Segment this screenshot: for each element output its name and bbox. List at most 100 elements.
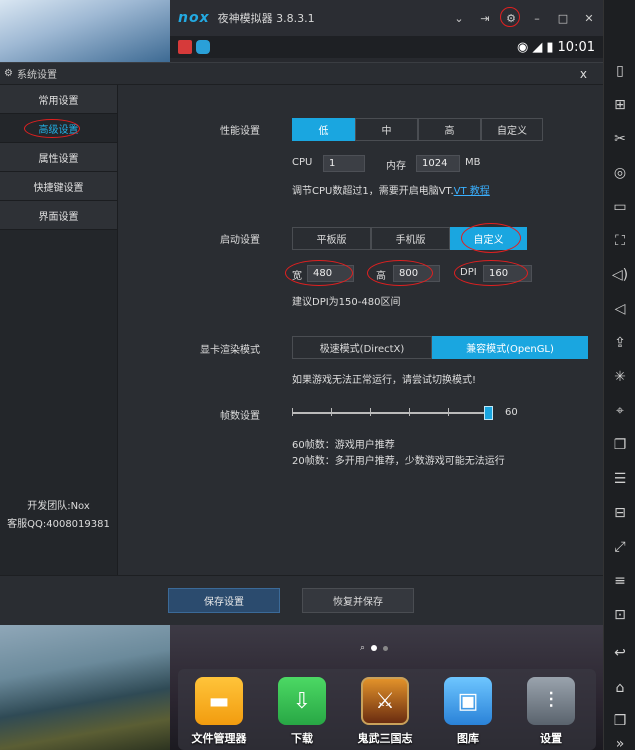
recent-apps-icon[interactable]: ❒	[604, 710, 635, 732]
close-icon[interactable]: ✕	[581, 10, 597, 26]
render-label: 显卡渲染模式	[200, 345, 260, 356]
render-option-directx[interactable]: 极速模式(DirectX)	[292, 336, 432, 359]
expand-icon[interactable]: »	[604, 733, 635, 750]
memory-unit: MB	[465, 157, 481, 168]
fps-tick	[292, 408, 293, 416]
nav-item-advanced[interactable]: 高级设置	[0, 114, 117, 143]
notification-browser-icon	[196, 40, 210, 54]
settings-sliders-icon: ⫶	[527, 677, 575, 725]
app-settings[interactable]: ⫶ 设置	[516, 677, 586, 746]
cpu-label: CPU	[292, 157, 313, 168]
page-dot[interactable]	[383, 645, 389, 651]
volume-down-icon[interactable]: ◁	[604, 298, 635, 320]
fps-slider-handle[interactable]	[484, 406, 493, 420]
home-icon[interactable]: ⌂	[604, 677, 635, 699]
perf-option-medium[interactable]: 中	[355, 118, 418, 141]
emulator-toolbar: ▯ ⊞ ✂ ◎ ▭ ⛶ ◁) ◁ ⇪ ✳ ⌖ ❐ ☰ ⊟ ⤢ ≡ ⊡ ↩ ⌂ ❒…	[603, 0, 635, 750]
location-icon[interactable]: ◎	[604, 162, 635, 184]
more-icon[interactable]: ⊡	[604, 604, 635, 626]
battery-icon: ▮	[546, 39, 554, 55]
dialog-title: 系统设置	[16, 70, 57, 81]
app-label: 设置	[540, 732, 562, 745]
screen: nox 夜神模拟器 3.8.3.1 ⌄ ⇥ ⚙ – □ ✕ ◉ ◢ ▮ 10:0…	[0, 0, 635, 750]
restore-save-button[interactable]: 恢复并保存	[302, 588, 414, 613]
chevron-down-icon[interactable]: ⌄	[451, 10, 467, 26]
startup-label: 启动设置	[220, 235, 260, 246]
android-home: ⌕ ▬ 文件管理器 ⇩ 下载 ⚔ 鬼武三国志 ▣ 图库 ⫶ 设置	[170, 625, 603, 750]
advanced-annotation-circle	[24, 119, 80, 138]
fps-tick	[409, 408, 410, 416]
nav-item-interface[interactable]: 界面设置	[0, 201, 117, 230]
desktop-wallpaper	[0, 0, 170, 62]
nav-item-properties[interactable]: 属性设置	[0, 143, 117, 172]
dev-team: 开发团队:Nox	[27, 501, 90, 512]
startup-option-tablet[interactable]: 平板版	[292, 227, 371, 250]
volume-up-icon[interactable]: ◁)	[604, 264, 635, 286]
fps-slider-track	[292, 412, 488, 414]
app-download[interactable]: ⇩ 下载	[267, 677, 337, 746]
app-gallery[interactable]: ▣ 图库	[433, 677, 503, 746]
install-apk-icon[interactable]: ⇪	[604, 332, 635, 354]
render-hint: 如果游戏无法正常运行，请尝试切换模式!	[292, 375, 477, 386]
app-dock: ▬ 文件管理器 ⇩ 下载 ⚔ 鬼武三国志 ▣ 图库 ⫶ 设置	[178, 669, 596, 750]
scissors-icon[interactable]: ✂	[604, 128, 635, 150]
wifi-icon: ◉	[517, 39, 529, 55]
gamepad-icon[interactable]: ⊟	[604, 502, 635, 524]
window-title: 夜神模拟器 3.8.3.1	[217, 12, 315, 25]
startup-option-phone[interactable]: 手机版	[371, 227, 450, 250]
search-page-icon[interactable]: ⌕	[360, 643, 365, 653]
app-game[interactable]: ⚔ 鬼武三国志	[350, 677, 420, 746]
shake-icon[interactable]: ✳	[604, 366, 635, 388]
nav-item-general[interactable]: 常用设置	[0, 85, 117, 114]
page-dot-current[interactable]	[371, 645, 378, 651]
emulator-titlebar: nox 夜神模拟器 3.8.3.1 ⌄ ⇥ ⚙ – □ ✕	[170, 0, 603, 36]
settings-content: 性能设置 低 中 高 自定义 CPU 1 内存 1024 MB 调节CPU数超过…	[118, 85, 603, 575]
fps-slider[interactable]	[292, 403, 493, 423]
window-controls: ⌄ ⇥ ⚙ – □ ✕	[451, 0, 597, 36]
back-icon[interactable]: ↩	[604, 642, 635, 664]
clock: 10:01	[557, 39, 595, 55]
settings-nav: 常用设置 高级设置 属性设置 快捷键设置 界面设置 开发团队:Nox 客服QQ:…	[0, 85, 118, 575]
folder-icon: ▬	[195, 677, 243, 725]
maximize-icon[interactable]: □	[555, 10, 571, 26]
copy-icon[interactable]: ❐	[604, 434, 635, 456]
render-option-opengl[interactable]: 兼容模式(OpenGL)	[432, 336, 588, 359]
gear-icon[interactable]: ⚙	[500, 7, 520, 27]
fps-value: 60	[505, 407, 518, 418]
height-annotation-ellipse	[367, 260, 433, 286]
macro-icon[interactable]: ⌖	[604, 400, 635, 422]
app-file-manager[interactable]: ▬ 文件管理器	[184, 677, 254, 746]
memory-label: 内存	[386, 161, 406, 172]
minimize-icon[interactable]: –	[529, 10, 545, 26]
dpi-annotation-ellipse	[454, 260, 528, 286]
save-settings-button[interactable]: 保存设置	[168, 588, 280, 613]
width-annotation-ellipse	[285, 260, 353, 286]
fps-label: 帧数设置	[220, 411, 260, 422]
screen-icon[interactable]: ▭	[604, 196, 635, 218]
pin-icon[interactable]: ⇥	[477, 10, 493, 26]
zoom-icon[interactable]: ⤢	[604, 536, 635, 558]
fullscreen-icon[interactable]: ⛶	[604, 230, 635, 252]
custom-annotation-ellipse	[461, 223, 521, 253]
vt-tutorial-link[interactable]: VT 教程	[454, 186, 490, 197]
app-label: 鬼武三国志	[357, 732, 413, 745]
toolbox-icon[interactable]: ⊞	[604, 94, 635, 116]
perf-option-low[interactable]: 低	[292, 118, 355, 141]
perf-option-custom[interactable]: 自定义	[481, 118, 543, 141]
desktop-wallpaper-bottom	[0, 625, 170, 750]
phone-icon[interactable]: ▯	[604, 60, 635, 82]
dialog-close-button[interactable]: x	[580, 67, 587, 81]
app-label: 下载	[291, 732, 313, 745]
menu-icon[interactable]: ≡	[604, 570, 635, 592]
status-right: ◉ ◢ ▮ 10:01	[517, 36, 595, 58]
dpi-hint: 建议DPI为150-480区间	[292, 297, 401, 308]
dialog-footer: 保存设置 恢复并保存	[0, 575, 603, 626]
memory-input[interactable]: 1024	[416, 155, 460, 172]
perf-option-high[interactable]: 高	[418, 118, 481, 141]
cpu-input[interactable]: 1	[323, 155, 365, 172]
nav-item-shortcuts[interactable]: 快捷键设置	[0, 172, 117, 201]
app-label: 文件管理器	[191, 732, 247, 745]
fps-tick	[370, 408, 371, 416]
signal-icon: ◢	[532, 39, 543, 55]
multi-instance-icon[interactable]: ☰	[604, 468, 635, 490]
